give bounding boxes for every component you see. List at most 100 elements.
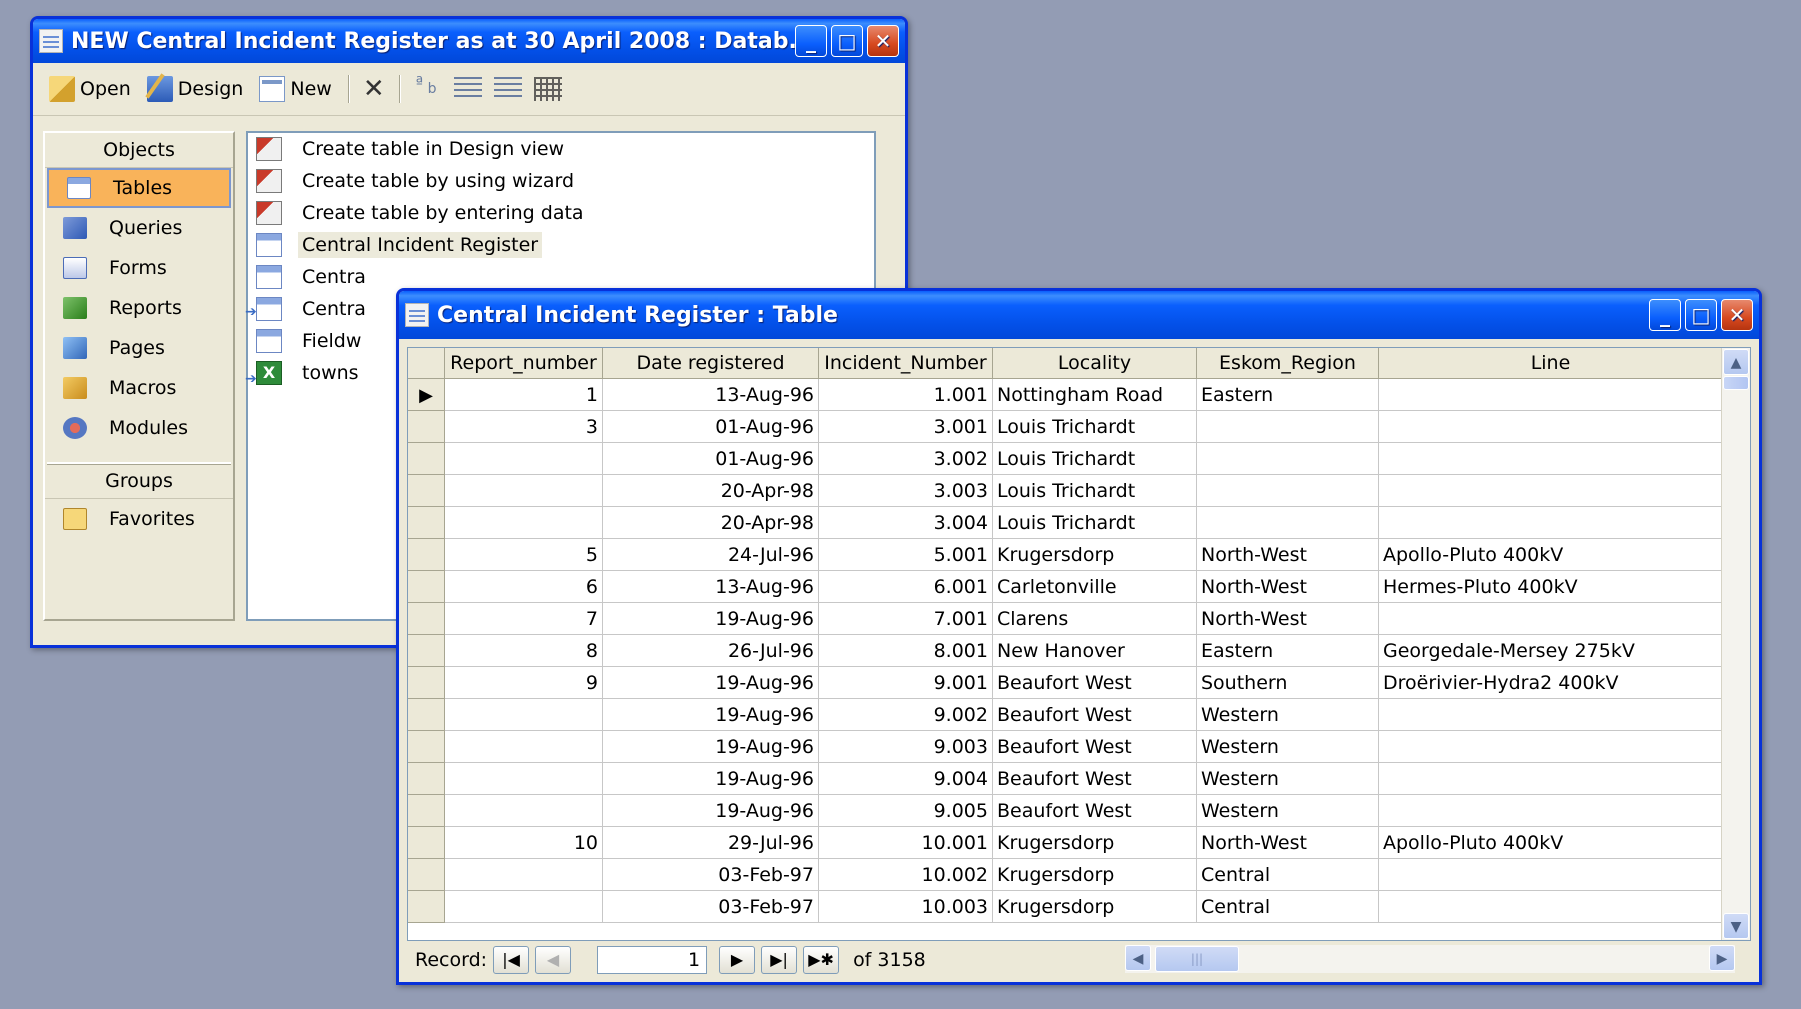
close-button[interactable]: ✕ [867,25,899,57]
record-selector[interactable]: ▶ [408,378,445,411]
record-selector[interactable] [408,634,445,667]
table-cell[interactable]: Central [1196,858,1379,891]
objects-item-reports[interactable]: Reports [45,288,233,328]
minimize-button[interactable]: _ [795,25,827,57]
design-button[interactable]: Design [141,72,250,106]
record-selector[interactable] [408,858,445,891]
record-selector[interactable] [408,794,445,827]
table-cell[interactable]: North-West [1196,570,1379,603]
scroll-down-button[interactable]: ▼ [1723,913,1749,939]
table-row[interactable]: 01-Aug-96 3.002 Louis Trichardt [408,442,1723,475]
previous-record-button[interactable]: ◀ [535,946,572,974]
table-cell[interactable]: 29-Jul-96 [602,826,819,859]
table-row[interactable]: 20-Apr-98 3.004 Louis Trichardt [408,506,1723,539]
table-row[interactable]: 19-Aug-96 9.005 Beaufort West Western [408,794,1723,827]
table-cell[interactable]: 01-Aug-96 [602,442,819,475]
column-header[interactable]: Locality [992,348,1197,379]
table-row[interactable]: 5 24-Jul-96 5.001 Krugersdorp North-West Apol… [408,538,1723,571]
record-selector[interactable] [408,570,445,603]
horizontal-scroll-thumb[interactable]: ||| [1155,946,1239,972]
table-row[interactable]: 9 19-Aug-96 9.001 Beaufort West Southern Droë… [408,666,1723,699]
table-cell[interactable] [1378,442,1723,475]
table-cell[interactable]: 1.001 [818,378,993,411]
table-cell[interactable]: Western [1196,794,1379,827]
last-record-button[interactable]: ▶| [761,946,798,974]
table-cell[interactable] [444,474,603,507]
table-cell[interactable]: Beaufort West [992,762,1197,795]
list-view-icon[interactable] [493,77,522,101]
current-record-field[interactable]: 1 [597,946,708,974]
table-cell[interactable]: 19-Aug-96 [602,730,819,763]
table-row[interactable]: 6 13-Aug-96 6.001 Carletonville North-West He… [408,570,1723,603]
table-cell[interactable]: Beaufort West [992,730,1197,763]
table-cell[interactable]: 8.001 [818,634,993,667]
table-row[interactable]: 20-Apr-98 3.003 Louis Trichardt [408,474,1723,507]
table-cell[interactable] [444,698,603,731]
column-header[interactable]: Date registered [602,348,819,379]
table-cell[interactable] [444,794,603,827]
delete-icon[interactable]: ✕ [359,74,389,104]
objects-item-macros[interactable]: Macros [45,368,233,408]
table-cell[interactable]: 3.003 [818,474,993,507]
table-cell[interactable]: Beaufort West [992,666,1197,699]
table-cell[interactable] [1378,762,1723,795]
table-cell[interactable]: 3 [444,410,603,443]
table-cell[interactable] [1378,890,1723,923]
table-cell[interactable]: Louis Trichardt [992,410,1197,443]
table-cell[interactable]: Hermes-Pluto 400kV [1378,570,1723,603]
table-cell[interactable] [1378,378,1723,411]
table-cell[interactable]: 13-Aug-96 [602,378,819,411]
table-cell[interactable]: 10.001 [818,826,993,859]
table-cell[interactable] [1378,794,1723,827]
table-row[interactable]: 19-Aug-96 9.004 Beaufort West Western [408,762,1723,795]
table-cell[interactable]: 3.001 [818,410,993,443]
table-cell[interactable]: 6 [444,570,603,603]
table-cell[interactable] [1378,698,1723,731]
list-item[interactable]: Create table by using wizard [248,165,874,197]
vertical-scroll-thumb[interactable] [1723,376,1749,390]
table-cell[interactable]: Clarens [992,602,1197,635]
objects-item-forms[interactable]: Forms [45,248,233,288]
maximize-button[interactable]: □ [831,25,863,57]
table-cell[interactable]: Beaufort West [992,698,1197,731]
table-cell[interactable]: 3.002 [818,442,993,475]
table-row[interactable]: 8 26-Jul-96 8.001 New Hanover Eastern Georged… [408,634,1723,667]
list-item[interactable]: Central Incident Register [248,229,874,261]
table-cell[interactable]: Central [1196,890,1379,923]
new-record-button[interactable]: ▶✱ [803,946,840,974]
table-cell[interactable]: 19-Aug-96 [602,794,819,827]
table-row[interactable]: ▶ 1 13-Aug-96 1.001 Nottingham Road Eastern [408,378,1723,411]
table-cell[interactable] [1196,474,1379,507]
table-cell[interactable]: 6.001 [818,570,993,603]
table-cell[interactable]: 7.001 [818,602,993,635]
horizontal-scrollbar[interactable]: ◀ ||| ▶ [1125,945,1735,973]
scroll-right-button[interactable]: ▶ [1709,945,1735,971]
table-cell[interactable]: 9.002 [818,698,993,731]
record-selector[interactable] [408,890,445,923]
table-cell[interactable]: 19-Aug-96 [602,762,819,795]
column-header[interactable]: Eskom_Region [1196,348,1379,379]
table-cell[interactable]: Georgedale-Mersey 275kV [1378,634,1723,667]
table-cell[interactable]: Louis Trichardt [992,474,1197,507]
scroll-left-button[interactable]: ◀ [1125,945,1151,971]
select-all-corner[interactable] [408,348,445,379]
database-window-titlebar[interactable]: NEW Central Incident Register as at 30 A… [33,19,905,63]
table-cell[interactable]: Louis Trichardt [992,506,1197,539]
table-cell[interactable]: 9.005 [818,794,993,827]
open-button[interactable]: Open [43,72,137,106]
large-icons-view-icon[interactable] [414,73,442,101]
table-cell[interactable] [444,442,603,475]
table-cell[interactable] [1196,442,1379,475]
table-cell[interactable]: Krugersdorp [992,538,1197,571]
table-row[interactable]: 03-Feb-97 10.002 Krugersdorp Central [408,858,1723,891]
table-cell[interactable]: Western [1196,762,1379,795]
list-item[interactable]: Create table by entering data [248,197,874,229]
table-cell[interactable]: 01-Aug-96 [602,410,819,443]
table-cell[interactable] [1378,506,1723,539]
table-cell[interactable]: Eastern [1196,378,1379,411]
table-cell[interactable] [444,890,603,923]
table-cell[interactable]: Louis Trichardt [992,442,1197,475]
column-header[interactable]: Line [1378,348,1723,379]
table-cell[interactable]: 7 [444,602,603,635]
table-cell[interactable]: 03-Feb-97 [602,858,819,891]
